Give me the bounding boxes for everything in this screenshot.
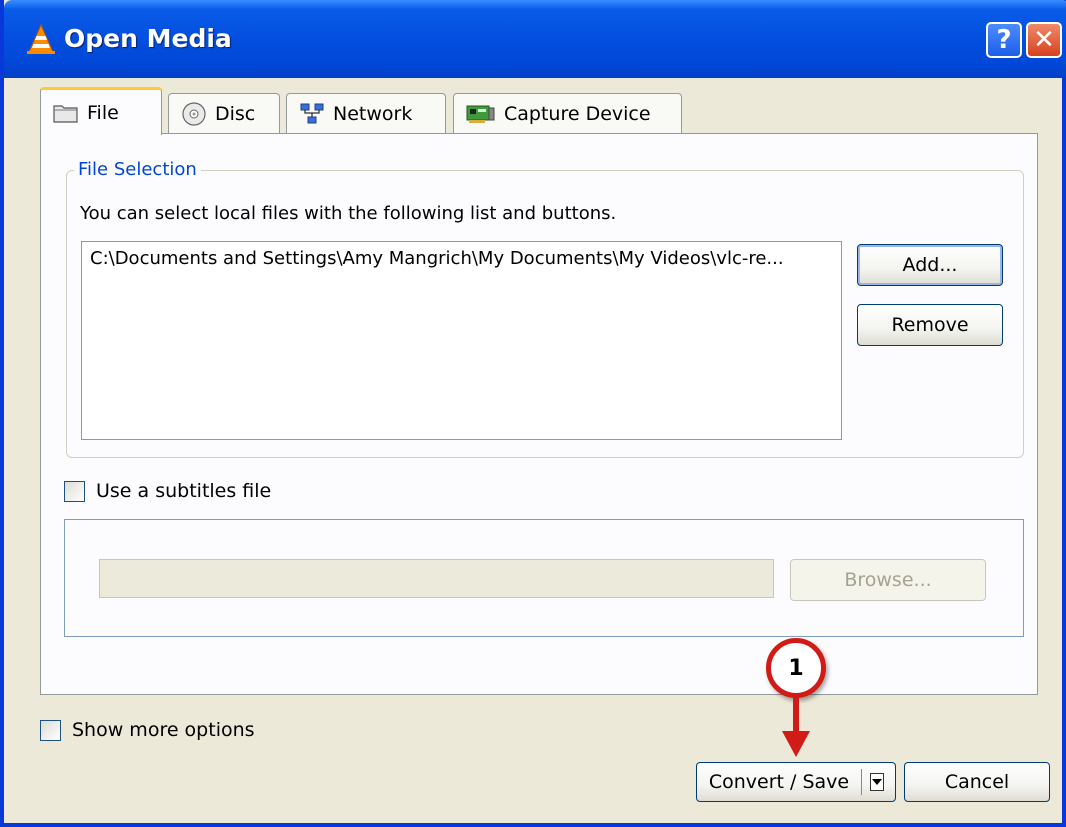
disc-icon — [182, 101, 206, 126]
tab-file[interactable]: File — [40, 87, 162, 135]
show-more-options-label[interactable]: Show more options — [72, 719, 255, 741]
network-icon — [300, 103, 324, 123]
subtitles-path-input — [99, 559, 774, 598]
browse-button: Browse... — [790, 559, 986, 601]
folder-icon — [53, 104, 78, 123]
tab-network-label: Network — [333, 102, 413, 125]
remove-button[interactable]: Remove — [857, 304, 1003, 346]
file-selection-label: File Selection — [74, 159, 201, 180]
step-callout: 1 — [766, 638, 826, 698]
convert-save-label[interactable]: Convert / Save — [697, 769, 862, 795]
capture-card-icon — [466, 105, 495, 123]
tab-file-label: File — [87, 101, 119, 124]
add-button[interactable]: Add... — [857, 244, 1003, 286]
list-item[interactable]: C:\Documents and Settings\Amy Mangrich\M… — [90, 248, 835, 269]
file-list[interactable]: C:\Documents and Settings\Amy Mangrich\M… — [81, 241, 842, 440]
callout-arrow-icon — [782, 731, 810, 757]
file-selection-hint: You can select local files with the foll… — [80, 203, 617, 224]
subtitles-checkbox-label[interactable]: Use a subtitles file — [96, 480, 271, 502]
chevron-down-icon[interactable] — [870, 773, 884, 791]
convert-save-button[interactable]: Convert / Save — [696, 762, 896, 802]
tab-capture-device[interactable]: Capture Device — [453, 93, 682, 133]
tab-disc-label: Disc — [215, 102, 256, 125]
cancel-button[interactable]: Cancel — [904, 762, 1050, 802]
show-more-options-checkbox[interactable] — [40, 720, 61, 741]
window-title: Open Media — [64, 24, 232, 53]
close-button[interactable]: ✕ — [1026, 22, 1062, 58]
tab-network[interactable]: Network — [286, 93, 446, 133]
callout-arrow-shaft — [793, 697, 799, 733]
tab-disc[interactable]: Disc — [168, 93, 280, 133]
tab-capture-device-label: Capture Device — [504, 102, 651, 125]
vlc-cone-icon — [27, 23, 55, 54]
subtitles-checkbox[interactable] — [64, 481, 85, 502]
title-bar[interactable]: Open Media ? ✕ — [4, 0, 1066, 78]
help-button[interactable]: ? — [986, 22, 1022, 58]
open-media-dialog: Open Media ? ✕ File Disc Network Capture… — [0, 0, 1066, 827]
